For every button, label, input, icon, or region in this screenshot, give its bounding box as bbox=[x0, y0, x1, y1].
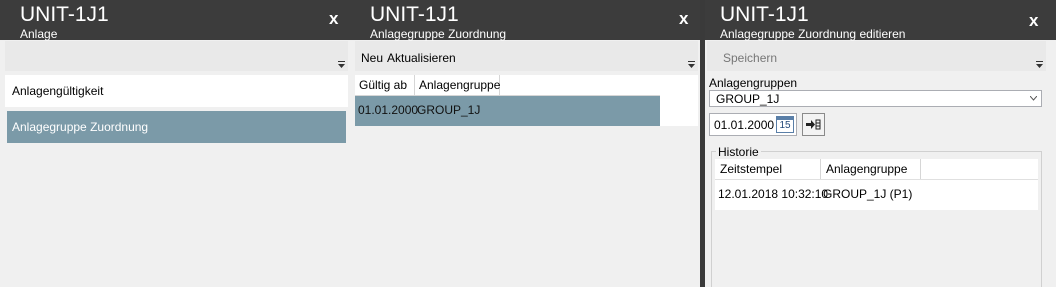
group-label: Anlagengruppen bbox=[709, 76, 798, 90]
apply-date-button[interactable] bbox=[802, 113, 825, 136]
new-button[interactable]: Neu bbox=[361, 51, 383, 65]
date-value: 01.01.2000 bbox=[714, 118, 775, 132]
column-header-gueltig-ab[interactable]: Gültig ab bbox=[355, 75, 415, 95]
column-header-zeitstempel[interactable]: Zeitstempel bbox=[715, 159, 821, 179]
cell-timestamp: 12.01.2018 10:32:10 bbox=[718, 187, 829, 201]
close-button[interactable]: x bbox=[679, 10, 688, 28]
group-select[interactable]: GROUP_1J bbox=[709, 90, 1042, 107]
list-item-anlagengueltigkeit[interactable]: Anlagengültigkeit bbox=[5, 75, 348, 107]
cell-group: GROUP_1J (P1) bbox=[823, 187, 913, 201]
close-button[interactable]: x bbox=[329, 10, 338, 28]
toolbar-overflow-icon[interactable] bbox=[688, 61, 695, 68]
table-row[interactable]: 01.01.2000 GROUP_1J bbox=[355, 96, 660, 126]
cell-group: GROUP_1J bbox=[417, 103, 481, 117]
list-item-label: Anlagengültigkeit bbox=[12, 84, 104, 98]
grid-filler bbox=[660, 75, 698, 126]
panel-subtitle: Anlagegruppe Zuordnung bbox=[370, 27, 507, 41]
panel-header: UNIT-1J1 Anlage x bbox=[0, 0, 350, 41]
table-row[interactable]: 12.01.2018 10:32:10 GROUP_1J (P1) bbox=[715, 180, 1038, 210]
anlage-panel: UNIT-1J1 Anlage x Anlagengültigkeit Anla… bbox=[0, 0, 350, 287]
apply-arrow-icon bbox=[806, 119, 821, 130]
grid-header: Gültig ab Anlagengruppe bbox=[355, 75, 660, 96]
toolbar-overflow-icon[interactable] bbox=[338, 61, 345, 68]
panel-subtitle: Anlagegruppe Zuordnung editieren bbox=[720, 27, 906, 41]
history-empty-area bbox=[715, 210, 1038, 287]
date-field[interactable]: 01.01.2000 15 bbox=[709, 113, 797, 136]
history-grid: Zeitstempel Anlagengruppe 12.01.2018 10:… bbox=[715, 159, 1038, 287]
refresh-button[interactable]: Aktualisieren bbox=[387, 51, 456, 65]
cell-valid-from: 01.01.2000 bbox=[358, 103, 419, 117]
toolbar bbox=[5, 41, 348, 71]
panel-title: UNIT-1J1 bbox=[720, 3, 809, 26]
column-header-anlagengruppe[interactable]: Anlagengruppe bbox=[821, 159, 921, 179]
zuordnung-panel: UNIT-1J1 Anlagegruppe Zuordnung x Neu Ak… bbox=[350, 0, 700, 287]
toolbar-overflow-icon[interactable] bbox=[1036, 61, 1043, 68]
calendar-day: 15 bbox=[779, 120, 791, 131]
panel-subtitle: Anlage bbox=[20, 27, 58, 41]
group-select-value: GROUP_1J bbox=[716, 92, 780, 106]
calendar-icon[interactable]: 15 bbox=[776, 116, 794, 133]
close-button[interactable]: x bbox=[1029, 12, 1038, 30]
list-item-anlagegruppe-zuordnung[interactable]: Anlagegruppe Zuordnung bbox=[7, 111, 346, 143]
edit-panel: UNIT-1J1 Anlagegruppe Zuordnung editiere… bbox=[705, 0, 1056, 287]
column-header-anlagengruppe[interactable]: Anlagengruppe bbox=[415, 75, 500, 95]
history-legend: Historie bbox=[716, 145, 761, 159]
panel-header: UNIT-1J1 Anlagegruppe Zuordnung editiere… bbox=[705, 0, 1056, 41]
list-item-label: Anlagegruppe Zuordnung bbox=[12, 120, 149, 134]
toolbar: Speichern bbox=[707, 41, 1046, 71]
save-button[interactable]: Speichern bbox=[723, 51, 777, 65]
panel-header: UNIT-1J1 Anlagegruppe Zuordnung x bbox=[350, 0, 700, 41]
panel-title: UNIT-1J1 bbox=[370, 3, 459, 26]
chevron-down-icon bbox=[1030, 96, 1037, 101]
history-header: Zeitstempel Anlagengruppe bbox=[715, 159, 1038, 180]
panel-title: UNIT-1J1 bbox=[20, 3, 109, 26]
toolbar: Neu Aktualisieren bbox=[355, 41, 698, 71]
